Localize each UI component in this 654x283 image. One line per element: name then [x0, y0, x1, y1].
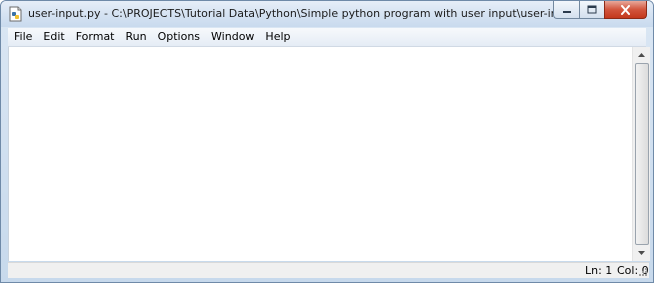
menu-help[interactable]: Help — [259, 28, 295, 46]
status-bar: Ln: 1 Col: 0 — [8, 262, 649, 278]
vertical-scrollbar[interactable] — [632, 47, 650, 261]
idle-editor-window: user-input.py - C:\PROJECTS\Tutorial Dat… — [0, 0, 654, 283]
menu-format[interactable]: Format — [70, 28, 120, 46]
scroll-down-arrow-icon — [638, 251, 645, 255]
maximize-button[interactable] — [579, 1, 604, 19]
scrollbar-thumb[interactable] — [635, 63, 649, 245]
close-button[interactable] — [604, 1, 647, 19]
scroll-up-arrow-icon — [638, 53, 645, 57]
menu-run[interactable]: Run — [120, 28, 152, 46]
menu-window[interactable]: Window — [205, 28, 259, 46]
code-editor-text-area[interactable] — [8, 47, 633, 261]
resize-grip-icon[interactable] — [638, 267, 648, 277]
window-title: user-input.py - C:\PROJECTS\Tutorial Dat… — [28, 7, 633, 20]
maximize-icon — [587, 5, 597, 14]
close-icon — [621, 4, 630, 15]
minimize-button[interactable] — [553, 1, 579, 19]
menu-options[interactable]: Options — [152, 28, 205, 46]
status-line-number: Ln: 1 — [585, 264, 613, 277]
scroll-down-button[interactable] — [633, 245, 650, 261]
title-bar[interactable]: user-input.py - C:\PROJECTS\Tutorial Dat… — [1, 1, 653, 27]
scroll-up-button[interactable] — [633, 47, 650, 63]
menu-file[interactable]: File — [8, 28, 37, 46]
caption-buttons — [553, 1, 647, 19]
menu-bar: File Edit Format Run Options Window Help — [8, 28, 646, 47]
minimize-icon — [562, 10, 571, 13]
python-file-icon — [8, 6, 23, 22]
menu-edit[interactable]: Edit — [37, 28, 69, 46]
